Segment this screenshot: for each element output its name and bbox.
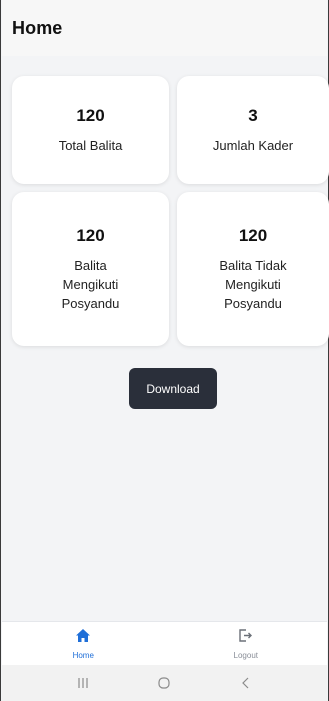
stat-label-line: Balita (74, 257, 107, 273)
home-circle-icon[interactable] (149, 671, 179, 695)
home-icon (75, 628, 91, 648)
page-title: Home (12, 17, 63, 38)
stat-card-jumlah-kader: 3 Jumlah Kader (177, 76, 329, 184)
stat-value: 120 (76, 105, 105, 125)
stat-card-balita-mengikuti: 120 Balita Mengikuti Posyandu (12, 192, 169, 346)
stat-label-line: Balita Tidak (219, 257, 287, 273)
app-bar: Home (2, 0, 327, 56)
stat-card-total-balita: 120 Total Balita (12, 76, 169, 184)
recents-icon[interactable] (68, 671, 98, 695)
download-button[interactable]: Download (129, 368, 217, 409)
dashboard-content: 120 Total Balita 3 Jumlah Kader 120 Bali… (2, 56, 329, 621)
back-icon[interactable] (231, 671, 261, 695)
bottom-navigation: Home Logout (2, 621, 327, 665)
stat-value: 120 (238, 225, 268, 245)
phone-screen: Home 120 Total Balita 3 Jumlah Kader 120… (0, 0, 329, 701)
stat-value: 3 (248, 105, 258, 125)
system-navigation-bar (2, 665, 327, 701)
stat-card-balita-tidak-mengikuti: 120 Balita Tidak Mengikuti Posyandu (177, 192, 329, 346)
nav-item-label: Home (72, 650, 94, 660)
logout-icon (238, 628, 253, 648)
stat-value: 120 (76, 225, 105, 245)
nav-item-home[interactable]: Home (2, 622, 165, 665)
stat-label-line: Mengikuti (62, 276, 119, 292)
stat-label: Jumlah Kader (212, 137, 294, 153)
stat-label-line: Posyandu (61, 295, 120, 311)
nav-item-logout[interactable]: Logout (165, 622, 328, 665)
nav-item-label: Logout (233, 650, 258, 660)
stat-label-line: Posyandu (224, 295, 282, 311)
stat-label-line: Mengikuti (225, 276, 281, 292)
stat-label: Total Balita (58, 137, 123, 153)
